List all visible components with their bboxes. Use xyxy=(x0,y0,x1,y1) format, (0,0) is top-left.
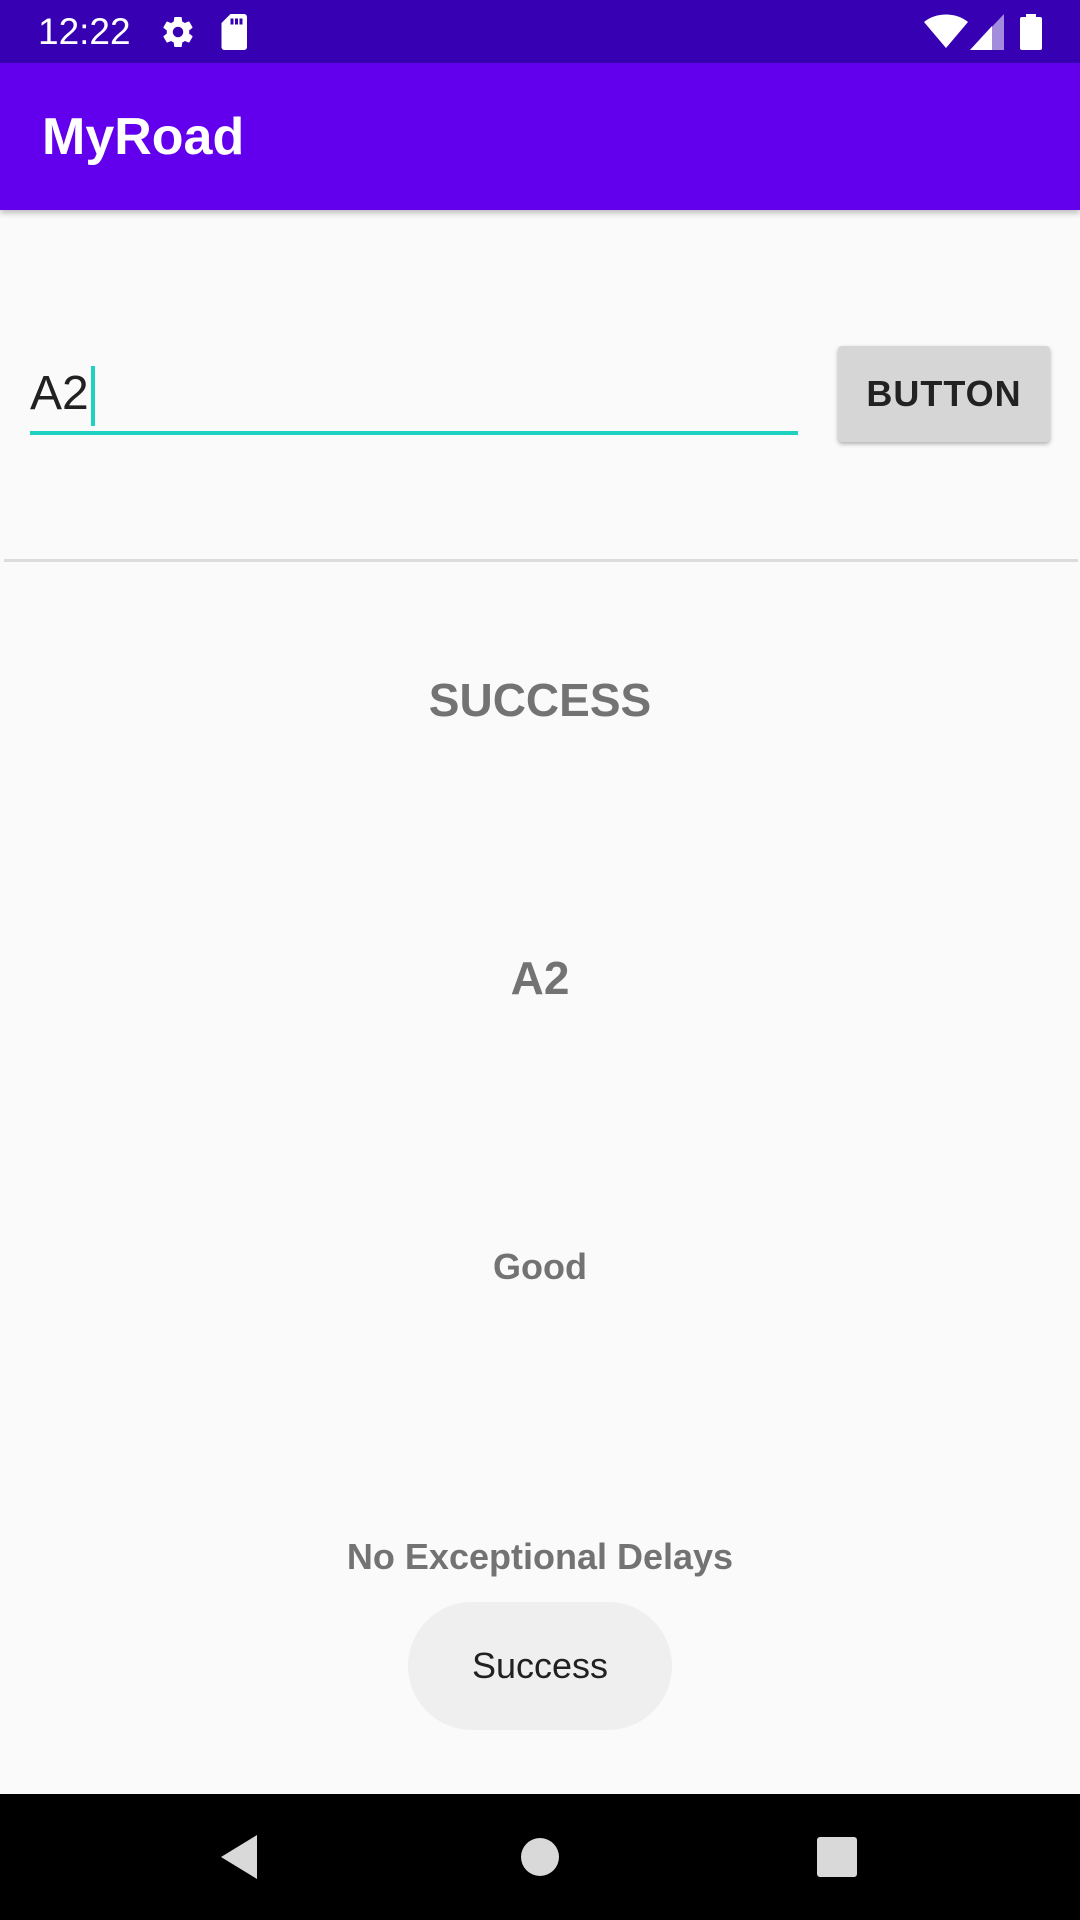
home-icon[interactable] xyxy=(503,1820,577,1894)
navigation-bar xyxy=(0,1794,1080,1920)
wifi-icon xyxy=(924,14,968,55)
road-label: A2 xyxy=(510,952,570,1004)
input-underline xyxy=(30,431,798,435)
recents-icon[interactable] xyxy=(800,1820,874,1894)
road-input[interactable]: A2 xyxy=(30,355,798,435)
gear-icon xyxy=(160,14,196,55)
signal-icon xyxy=(970,14,1004,55)
submit-button[interactable]: BUTTON xyxy=(838,346,1050,442)
road-input-value: A2 xyxy=(30,367,89,420)
divider xyxy=(4,559,1078,562)
status-label: SUCCESS xyxy=(428,674,652,726)
status-time: 12:22 xyxy=(38,11,131,52)
app-title: MyRoad xyxy=(42,108,245,166)
text-caret xyxy=(90,366,95,427)
sd-card-icon xyxy=(220,14,250,55)
delays-label: No Exceptional Delays xyxy=(346,1536,734,1577)
toast-message: Success xyxy=(408,1602,672,1730)
battery-icon xyxy=(1020,14,1042,55)
app-bar: MyRoad xyxy=(0,63,1080,210)
quality-label: Good xyxy=(493,1246,587,1287)
status-bar: 12:22 xyxy=(0,0,1080,63)
back-icon[interactable] xyxy=(202,1820,276,1894)
